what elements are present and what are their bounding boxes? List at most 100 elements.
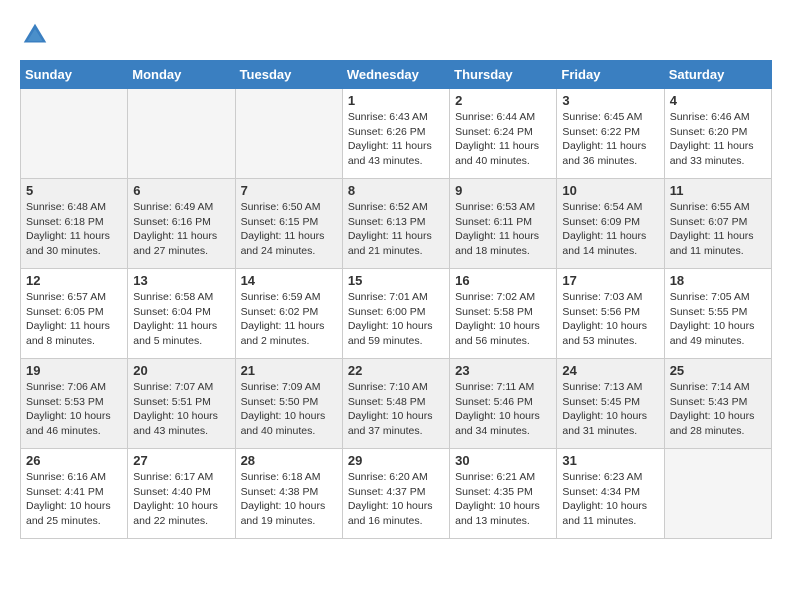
day-number: 29 [348, 453, 444, 468]
day-info: Sunrise: 6:52 AM Sunset: 6:13 PM Dayligh… [348, 200, 444, 259]
calendar-day-cell: 2Sunrise: 6:44 AM Sunset: 6:24 PM Daylig… [450, 89, 557, 179]
page-header [20, 20, 772, 50]
calendar-week-row: 19Sunrise: 7:06 AM Sunset: 5:53 PM Dayli… [21, 359, 772, 449]
calendar-day-cell: 27Sunrise: 6:17 AM Sunset: 4:40 PM Dayli… [128, 449, 235, 539]
day-number: 20 [133, 363, 229, 378]
calendar-day-cell: 16Sunrise: 7:02 AM Sunset: 5:58 PM Dayli… [450, 269, 557, 359]
logo [20, 20, 54, 50]
calendar-day-cell: 15Sunrise: 7:01 AM Sunset: 6:00 PM Dayli… [342, 269, 449, 359]
calendar-day-cell: 3 Sunrise: 6:45 AM Sunset: 6:22 PM Daylig… [557, 89, 664, 179]
day-info: Sunrise: 6:23 AM Sunset: 4:34 PM Dayligh… [562, 470, 658, 529]
day-info: Sunrise: 6:59 AM Sunset: 6:02 PM Dayligh… [241, 290, 337, 349]
calendar-day-cell: 1Sunrise: 6:43 AM Sunset: 6:26 PM Daylig… [342, 89, 449, 179]
day-info: Sunrise: 7:10 AM Sunset: 5:48 PM Dayligh… [348, 380, 444, 439]
calendar-day-cell: 23 Sunrise: 7:11 AM Sunset: 5:46 PM Dayli… [450, 359, 557, 449]
day-info: Sunrise: 7:14 AM Sunset: 5:43 PM Dayligh… [670, 380, 766, 439]
calendar-week-row: 12 Sunrise: 6:57 AM Sunset: 6:05 PM Dayli… [21, 269, 772, 359]
day-info: Sunrise: 7:05 AM Sunset: 5:55 PM Dayligh… [670, 290, 766, 349]
calendar-day-cell: 12 Sunrise: 6:57 AM Sunset: 6:05 PM Dayli… [21, 269, 128, 359]
weekday-header-monday: Monday [128, 61, 235, 89]
day-info: Sunrise: 6:18 AM Sunset: 4:38 PM Dayligh… [241, 470, 337, 529]
calendar-day-cell: 9Sunrise: 6:53 AM Sunset: 6:11 PM Daylig… [450, 179, 557, 269]
day-number: 11 [670, 183, 766, 198]
day-info: Sunrise: 6:44 AM Sunset: 6:24 PM Dayligh… [455, 110, 551, 169]
calendar-day-cell: 10 Sunrise: 6:54 AM Sunset: 6:09 PM Dayli… [557, 179, 664, 269]
weekday-header-thursday: Thursday [450, 61, 557, 89]
day-info: Sunrise: 6:16 AM Sunset: 4:41 PM Dayligh… [26, 470, 122, 529]
calendar-day-cell: 5 Sunrise: 6:48 AM Sunset: 6:18 PM Daylig… [21, 179, 128, 269]
day-info: Sunrise: 7:11 AM Sunset: 5:46 PM Dayligh… [455, 380, 551, 439]
day-info: Sunrise: 7:02 AM Sunset: 5:58 PM Dayligh… [455, 290, 551, 349]
weekday-header-row: SundayMondayTuesdayWednesdayThursdayFrid… [21, 61, 772, 89]
calendar-day-cell: 8 Sunrise: 6:52 AM Sunset: 6:13 PM Daylig… [342, 179, 449, 269]
calendar-day-cell: 17Sunrise: 7:03 AM Sunset: 5:56 PM Dayli… [557, 269, 664, 359]
calendar-day-cell: 6 Sunrise: 6:49 AM Sunset: 6:16 PM Daylig… [128, 179, 235, 269]
day-info: Sunrise: 6:45 AM Sunset: 6:22 PM Dayligh… [562, 110, 658, 169]
calendar-day-cell: 22 Sunrise: 7:10 AM Sunset: 5:48 PM Dayli… [342, 359, 449, 449]
day-info: Sunrise: 7:03 AM Sunset: 5:56 PM Dayligh… [562, 290, 658, 349]
calendar-day-cell: 19Sunrise: 7:06 AM Sunset: 5:53 PM Dayli… [21, 359, 128, 449]
day-info: Sunrise: 6:48 AM Sunset: 6:18 PM Dayligh… [26, 200, 122, 259]
day-number: 14 [241, 273, 337, 288]
calendar-day-cell: 24Sunrise: 7:13 AM Sunset: 5:45 PM Dayli… [557, 359, 664, 449]
calendar-day-cell [664, 449, 771, 539]
day-number: 4 [670, 93, 766, 108]
calendar-day-cell: 20 Sunrise: 7:07 AM Sunset: 5:51 PM Dayli… [128, 359, 235, 449]
calendar-day-cell: 26 Sunrise: 6:16 AM Sunset: 4:41 PM Dayli… [21, 449, 128, 539]
calendar-day-cell: 18 Sunrise: 7:05 AM Sunset: 5:55 PM Dayli… [664, 269, 771, 359]
calendar-day-cell: 14 Sunrise: 6:59 AM Sunset: 6:02 PM Dayli… [235, 269, 342, 359]
day-number: 18 [670, 273, 766, 288]
day-number: 10 [562, 183, 658, 198]
calendar-day-cell: 28 Sunrise: 6:18 AM Sunset: 4:38 PM Dayli… [235, 449, 342, 539]
calendar-day-cell: 21 Sunrise: 7:09 AM Sunset: 5:50 PM Dayli… [235, 359, 342, 449]
calendar-table: SundayMondayTuesdayWednesdayThursdayFrid… [20, 60, 772, 539]
calendar-day-cell [235, 89, 342, 179]
day-info: Sunrise: 7:01 AM Sunset: 6:00 PM Dayligh… [348, 290, 444, 349]
day-info: Sunrise: 6:57 AM Sunset: 6:05 PM Dayligh… [26, 290, 122, 349]
day-number: 8 [348, 183, 444, 198]
day-number: 6 [133, 183, 229, 198]
day-number: 13 [133, 273, 229, 288]
day-info: Sunrise: 6:49 AM Sunset: 6:16 PM Dayligh… [133, 200, 229, 259]
day-number: 26 [26, 453, 122, 468]
day-number: 3 [562, 93, 658, 108]
calendar-week-row: 26 Sunrise: 6:16 AM Sunset: 4:41 PM Dayli… [21, 449, 772, 539]
calendar-day-cell: 13 Sunrise: 6:58 AM Sunset: 6:04 PM Dayli… [128, 269, 235, 359]
calendar-day-cell: 7 Sunrise: 6:50 AM Sunset: 6:15 PM Daylig… [235, 179, 342, 269]
weekday-header-friday: Friday [557, 61, 664, 89]
day-info: Sunrise: 7:09 AM Sunset: 5:50 PM Dayligh… [241, 380, 337, 439]
calendar-day-cell: 30 Sunrise: 6:21 AM Sunset: 4:35 PM Dayli… [450, 449, 557, 539]
day-info: Sunrise: 6:46 AM Sunset: 6:20 PM Dayligh… [670, 110, 766, 169]
day-info: Sunrise: 6:54 AM Sunset: 6:09 PM Dayligh… [562, 200, 658, 259]
calendar-day-cell: 4 Sunrise: 6:46 AM Sunset: 6:20 PM Daylig… [664, 89, 771, 179]
day-number: 7 [241, 183, 337, 198]
day-number: 31 [562, 453, 658, 468]
calendar-day-cell: 25 Sunrise: 7:14 AM Sunset: 5:43 PM Dayli… [664, 359, 771, 449]
calendar-week-row: 1Sunrise: 6:43 AM Sunset: 6:26 PM Daylig… [21, 89, 772, 179]
day-number: 30 [455, 453, 551, 468]
weekday-header-saturday: Saturday [664, 61, 771, 89]
weekday-header-tuesday: Tuesday [235, 61, 342, 89]
day-number: 28 [241, 453, 337, 468]
day-number: 27 [133, 453, 229, 468]
day-info: Sunrise: 6:50 AM Sunset: 6:15 PM Dayligh… [241, 200, 337, 259]
day-number: 21 [241, 363, 337, 378]
day-number: 23 [455, 363, 551, 378]
day-number: 25 [670, 363, 766, 378]
day-number: 19 [26, 363, 122, 378]
day-info: Sunrise: 6:43 AM Sunset: 6:26 PM Dayligh… [348, 110, 444, 169]
weekday-header-sunday: Sunday [21, 61, 128, 89]
day-info: Sunrise: 7:13 AM Sunset: 5:45 PM Dayligh… [562, 380, 658, 439]
day-info: Sunrise: 6:20 AM Sunset: 4:37 PM Dayligh… [348, 470, 444, 529]
day-number: 22 [348, 363, 444, 378]
day-number: 12 [26, 273, 122, 288]
day-info: Sunrise: 7:07 AM Sunset: 5:51 PM Dayligh… [133, 380, 229, 439]
calendar-day-cell: 29 Sunrise: 6:20 AM Sunset: 4:37 PM Dayli… [342, 449, 449, 539]
logo-icon [20, 20, 50, 50]
calendar-day-cell [128, 89, 235, 179]
day-info: Sunrise: 6:58 AM Sunset: 6:04 PM Dayligh… [133, 290, 229, 349]
calendar-day-cell: 11Sunrise: 6:55 AM Sunset: 6:07 PM Dayli… [664, 179, 771, 269]
day-info: Sunrise: 6:21 AM Sunset: 4:35 PM Dayligh… [455, 470, 551, 529]
day-number: 5 [26, 183, 122, 198]
day-number: 9 [455, 183, 551, 198]
